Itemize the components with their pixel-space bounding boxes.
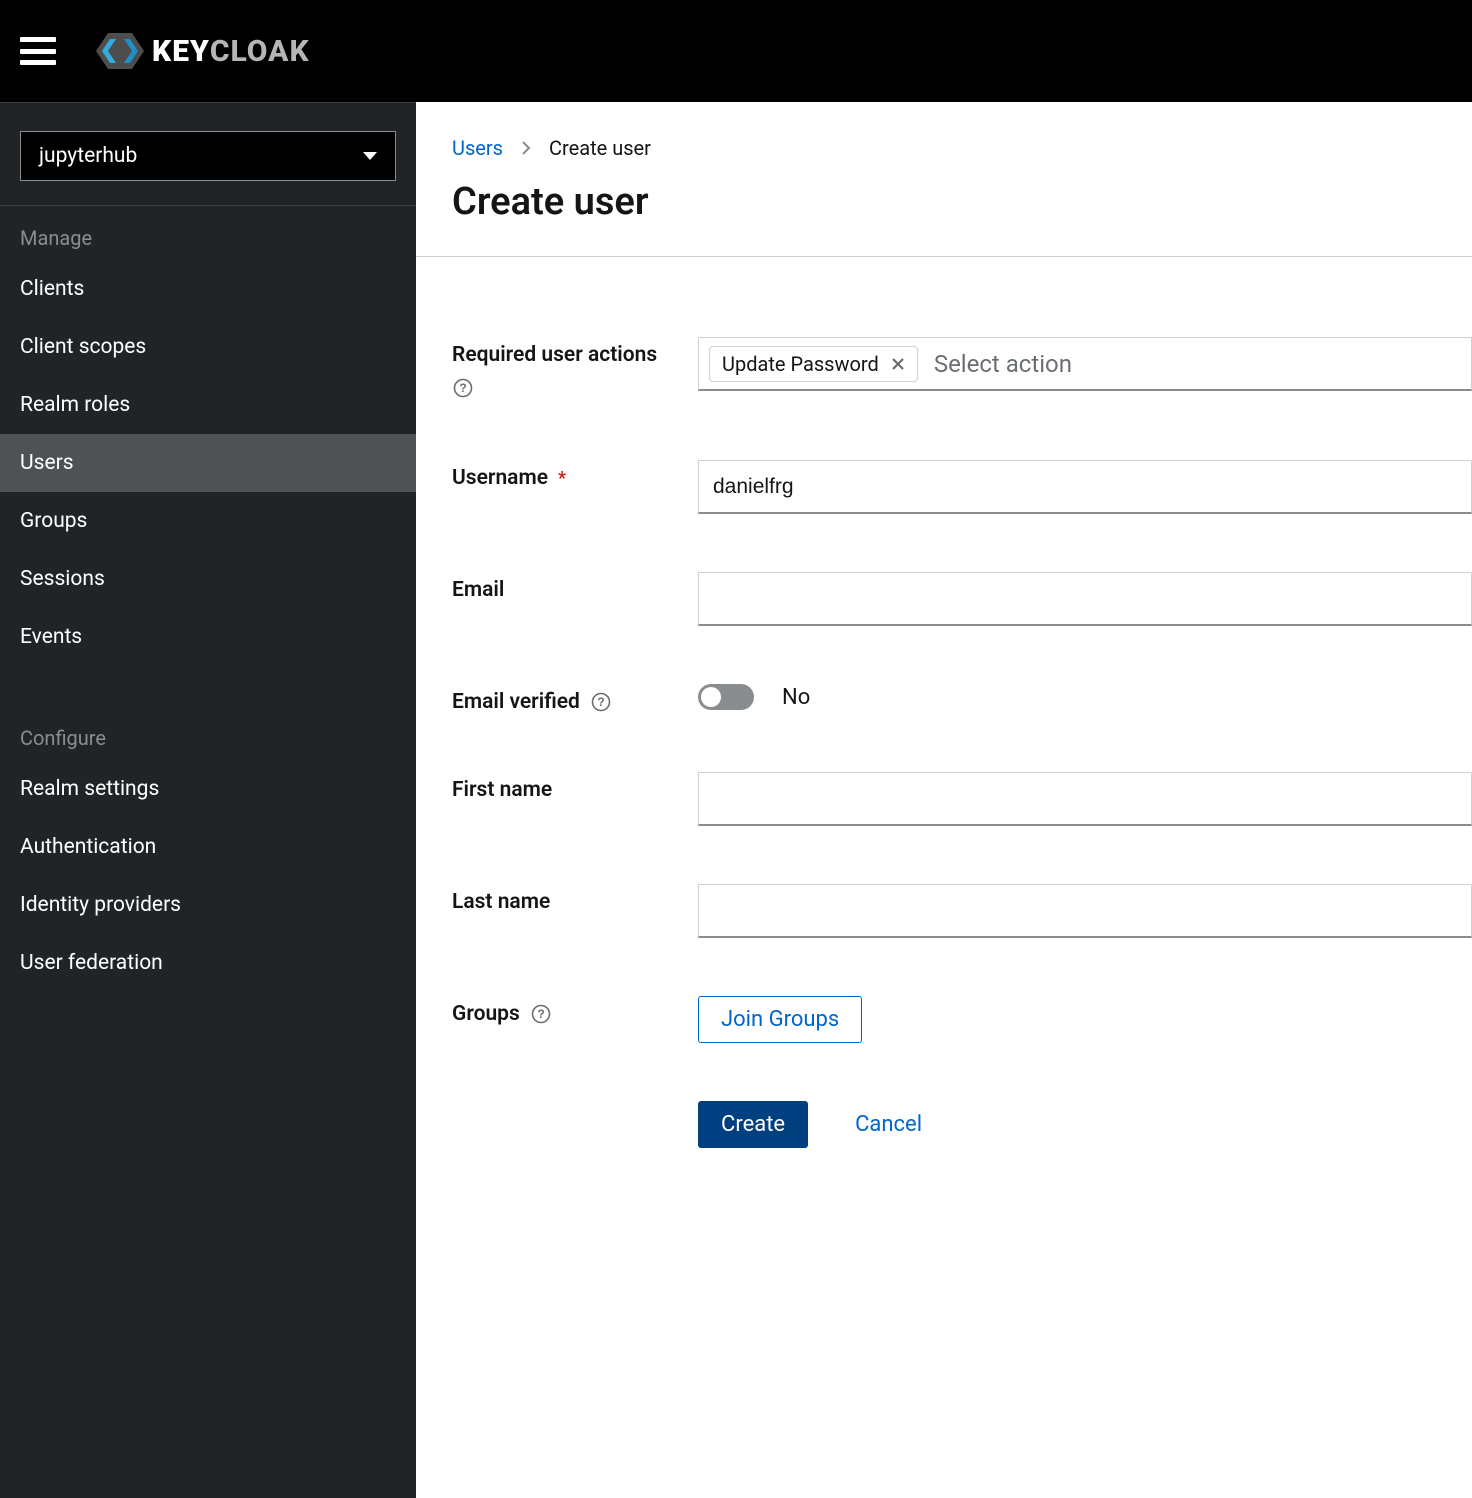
- label-email-verified: Email verified ?: [452, 690, 612, 714]
- email-input[interactable]: [698, 572, 1472, 626]
- svg-text:?: ?: [459, 381, 466, 395]
- nav-section-configure: Configure Realm settings Authentication …: [0, 706, 416, 992]
- sidebar-item-groups[interactable]: Groups: [0, 492, 416, 550]
- label-required-user-actions: Required user actions: [452, 343, 657, 367]
- email-verified-value: No: [782, 685, 810, 710]
- nav-section-configure-label: Configure: [0, 706, 416, 760]
- svg-text:?: ?: [537, 1007, 544, 1021]
- breadcrumb-current: Create user: [549, 136, 651, 160]
- toggle-knob: [701, 687, 721, 707]
- app-header: KEYCLOAK: [0, 0, 1472, 102]
- first-name-input[interactable]: [698, 772, 1472, 826]
- select-placeholder: Select action: [934, 350, 1072, 378]
- help-icon[interactable]: ?: [452, 377, 474, 399]
- realm-selector[interactable]: jupyterhub: [20, 131, 396, 181]
- join-groups-button[interactable]: Join Groups: [698, 996, 862, 1043]
- label-last-name: Last name: [452, 890, 550, 914]
- sidebar: jupyterhub Manage Clients Client scopes …: [0, 102, 416, 1498]
- realm-selector-selected: jupyterhub: [39, 144, 137, 168]
- breadcrumb: Users Create user: [416, 102, 1472, 180]
- brand-logo[interactable]: KEYCLOAK: [96, 31, 310, 71]
- cancel-button[interactable]: Cancel: [848, 1101, 929, 1148]
- brand-text: KEYCLOAK: [152, 34, 310, 69]
- username-input[interactable]: [698, 460, 1472, 514]
- main-content: Users Create user Create user Required u…: [416, 102, 1472, 1498]
- label-username: Username *: [452, 466, 566, 490]
- page-title: Create user: [416, 180, 1472, 256]
- help-icon[interactable]: ?: [590, 691, 612, 713]
- sidebar-item-client-scopes[interactable]: Client scopes: [0, 318, 416, 376]
- nav-section-manage: Manage Clients Client scopes Realm roles…: [0, 206, 416, 666]
- help-icon[interactable]: ?: [530, 1003, 552, 1025]
- chip-update-password: Update Password: [709, 346, 918, 382]
- sidebar-item-users[interactable]: Users: [0, 434, 416, 492]
- sidebar-item-sessions[interactable]: Sessions: [0, 550, 416, 608]
- email-verified-toggle[interactable]: [698, 684, 754, 710]
- create-button[interactable]: Create: [698, 1101, 808, 1148]
- sidebar-item-events[interactable]: Events: [0, 608, 416, 666]
- required-asterisk: *: [558, 468, 566, 489]
- sidebar-item-clients[interactable]: Clients: [0, 260, 416, 318]
- sidebar-item-realm-roles[interactable]: Realm roles: [0, 376, 416, 434]
- chip-label: Update Password: [722, 352, 879, 376]
- label-email: Email: [452, 578, 504, 602]
- label-groups: Groups ?: [452, 1002, 552, 1026]
- sidebar-item-user-federation[interactable]: User federation: [0, 934, 416, 992]
- sidebar-item-authentication[interactable]: Authentication: [0, 818, 416, 876]
- nav-section-manage-label: Manage: [0, 206, 416, 260]
- svg-text:?: ?: [597, 695, 604, 709]
- required-user-actions-select[interactable]: Update Password Select action: [698, 337, 1472, 391]
- chevron-right-icon: [521, 141, 531, 155]
- breadcrumb-link-users[interactable]: Users: [452, 136, 503, 160]
- menu-toggle-icon[interactable]: [20, 37, 56, 65]
- create-user-form: Required user actions ? Update Password: [416, 257, 1472, 1148]
- close-icon[interactable]: [891, 357, 905, 371]
- last-name-input[interactable]: [698, 884, 1472, 938]
- chevron-down-icon: [363, 152, 377, 160]
- sidebar-item-realm-settings[interactable]: Realm settings: [0, 760, 416, 818]
- keycloak-logo-icon: [96, 31, 146, 71]
- label-first-name: First name: [452, 778, 552, 802]
- sidebar-item-identity-providers[interactable]: Identity providers: [0, 876, 416, 934]
